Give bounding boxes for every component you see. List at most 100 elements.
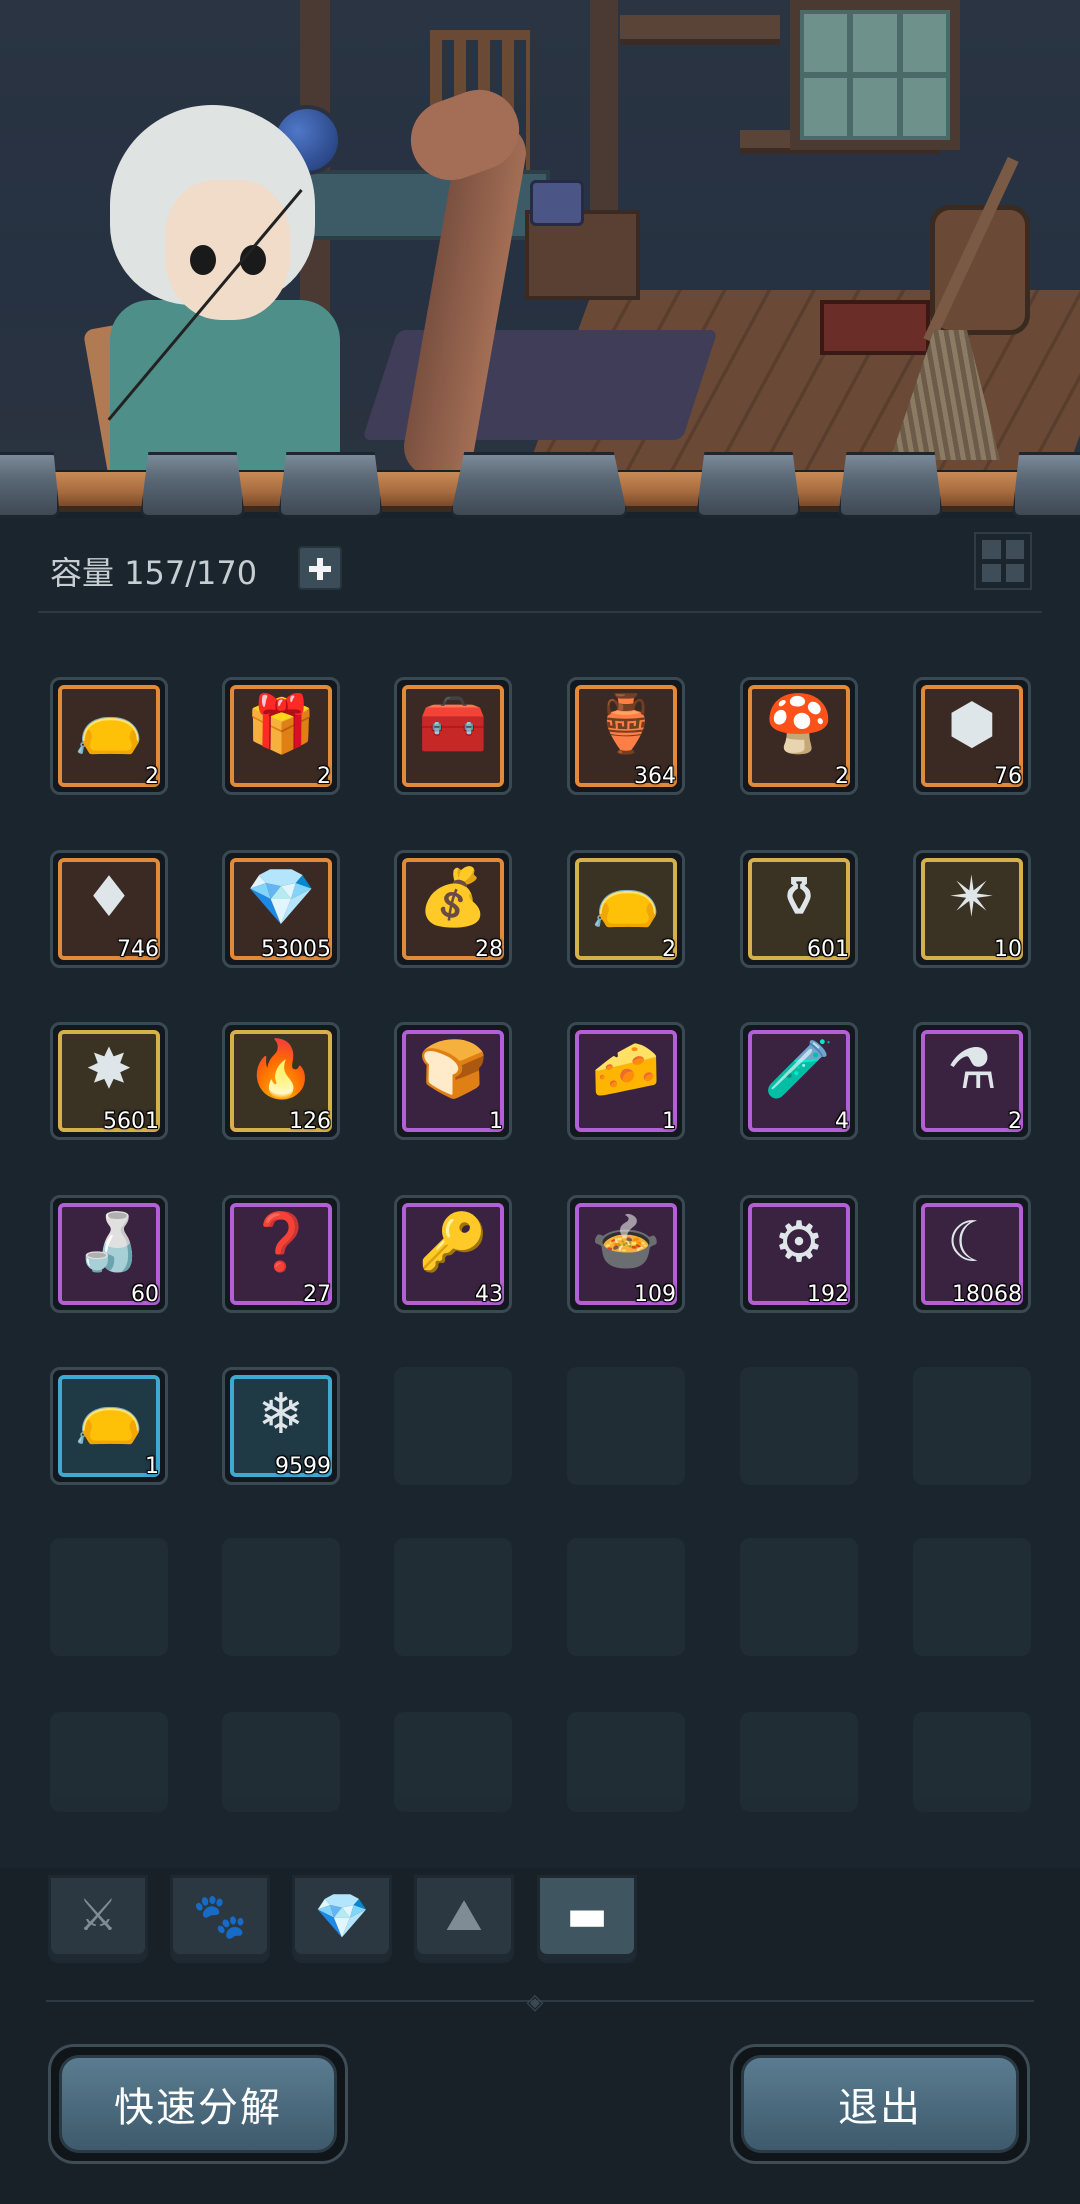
cauldron-icon: 🍲 <box>591 1210 661 1275</box>
item-quantity: 364 <box>634 764 676 789</box>
empty-slot[interactable] <box>567 1367 685 1485</box>
quick-decompose-button[interactable]: 快速分解 <box>48 2044 348 2164</box>
golden-key-icon: 🔑 <box>418 1210 488 1275</box>
blue-jar-icon: ⚱ <box>775 865 823 930</box>
tab-chests[interactable]: ▬ <box>537 1875 637 1963</box>
star-shard-icon: ✴ <box>948 865 996 930</box>
inventory-slot-treasure-bag[interactable]: 👝 2 <box>50 677 168 795</box>
round-potion-icon: ⚗ <box>946 1037 998 1102</box>
empty-slot[interactable] <box>740 1538 858 1656</box>
empty-slot[interactable] <box>740 1367 858 1485</box>
inventory-slot-mushroom[interactable]: 🍄 2 <box>740 677 858 795</box>
inventory-slot-bread[interactable]: 🍞 1 <box>394 1022 512 1140</box>
scroll-fade <box>0 1795 1080 1875</box>
empty-slot[interactable] <box>50 1538 168 1656</box>
item-quantity: 76 <box>994 764 1022 789</box>
item-quantity: 4 <box>835 1109 849 1134</box>
exit-button[interactable]: 退出 <box>730 2044 1030 2164</box>
inventory-slot-purple-crystal[interactable]: 💎 53005 <box>222 850 340 968</box>
item-quantity: 2 <box>1008 1109 1022 1134</box>
character-eye <box>190 245 216 275</box>
inventory-slot-blue-treasure-bag[interactable]: 👝 1 <box>50 1367 168 1485</box>
empty-slot[interactable] <box>222 1538 340 1656</box>
tab-gems[interactable]: 💎 <box>292 1875 392 1963</box>
sword-icon: ⚔ <box>78 1890 118 1941</box>
item-quantity: 192 <box>807 1282 849 1307</box>
capacity-text: 容量 157/170 <box>50 548 257 594</box>
tab-weapons[interactable]: ⚔ <box>48 1875 148 1963</box>
inventory-slot-blue-jar[interactable]: ⚱ 601 <box>740 850 858 968</box>
tab-pets[interactable]: 🐾 <box>170 1875 270 1963</box>
cheese-icon: 🧀 <box>591 1037 661 1102</box>
gem-icon: 💎 <box>314 1891 370 1942</box>
item-quantity: 53005 <box>261 937 331 962</box>
inventory-slot-cauldron[interactable]: 🍲 109 <box>567 1195 685 1313</box>
blue-ring-icon: ⚙ <box>773 1210 825 1275</box>
paw-potion-icon: 🧪 <box>764 1037 834 1102</box>
purple-claw-icon: ☾ <box>946 1210 998 1275</box>
empty-slot[interactable] <box>394 1367 512 1485</box>
paw-icon: 🐾 <box>192 1891 248 1942</box>
blue-treasure-bag-icon: 👝 <box>74 1382 144 1447</box>
quick-decompose-label: 快速分解 <box>114 2085 282 2131</box>
divider-ornament-icon: ◈ <box>526 1990 544 2015</box>
rail-block <box>140 452 245 518</box>
fire-crystal-icon: ✸ <box>85 1037 133 1102</box>
character-scene <box>0 0 1080 470</box>
inventory-slot-treasure-bag-gold[interactable]: 👝 2 <box>567 850 685 968</box>
rail-block <box>1012 452 1080 518</box>
elixir-bottle-icon: 🍶 <box>74 1210 144 1275</box>
inventory-slot-round-potion[interactable]: ⚗ 2 <box>913 1022 1031 1140</box>
item-quantity: 2 <box>662 937 676 962</box>
treasure-bag-gold-icon: 👝 <box>591 865 661 930</box>
inventory-slot-paw-potion[interactable]: 🧪 4 <box>740 1022 858 1140</box>
inventory-slot-mystery-chest[interactable]: ❓ 27 <box>222 1195 340 1313</box>
inventory-slot-flame-egg[interactable]: 🔥 126 <box>222 1022 340 1140</box>
item-quantity: 601 <box>807 937 849 962</box>
golden-vase-icon: 🏺 <box>591 692 661 757</box>
inventory-slot-mystery-gift-bag[interactable]: 🎁 2 <box>222 677 340 795</box>
capacity-label: 容量 <box>50 554 115 592</box>
exit-label: 退出 <box>838 2085 922 2131</box>
empty-slot[interactable] <box>913 1538 1031 1656</box>
inventory-slot-golden-key[interactable]: 🔑 43 <box>394 1195 512 1313</box>
item-quantity: 1 <box>662 1109 676 1134</box>
expand-capacity-button[interactable] <box>298 546 342 590</box>
inventory-slot-ice-crystal[interactable]: ❄ 9599 <box>222 1367 340 1485</box>
inventory-slot-golden-vase[interactable]: 🏺 364 <box>567 677 685 795</box>
inventory-slot-star-shard[interactable]: ✴ 10 <box>913 850 1031 968</box>
inventory-slot-blue-ring[interactable]: ⚙ 192 <box>740 1195 858 1313</box>
flame-egg-icon: 🔥 <box>246 1037 316 1102</box>
item-quantity: 2 <box>317 764 331 789</box>
inventory-slot-purple-rune-stone[interactable]: ⬢ 76 <box>913 677 1031 795</box>
bread-icon: 🍞 <box>418 1037 488 1102</box>
item-quantity: 2 <box>835 764 849 789</box>
item-quantity: 126 <box>289 1109 331 1134</box>
empty-slot[interactable] <box>394 1538 512 1656</box>
grid-view-icon[interactable] <box>974 532 1032 590</box>
tab-materials[interactable]: ⛰ <box>414 1875 514 1963</box>
inventory-slot-fire-crystal[interactable]: ✸ 5601 <box>50 1022 168 1140</box>
inventory-slot-teal-chest[interactable]: 🧰 <box>394 677 512 795</box>
item-quantity: 9599 <box>275 1454 331 1479</box>
divider <box>38 611 1042 613</box>
item-quantity: 43 <box>475 1282 503 1307</box>
inventory-slot-red-crystal[interactable]: ♦ 746 <box>50 850 168 968</box>
item-quantity: 1 <box>489 1109 503 1134</box>
mushroom-icon: 🍄 <box>764 692 834 757</box>
item-quantity: 109 <box>634 1282 676 1307</box>
inventory-slot-green-pouch[interactable]: 💰 28 <box>394 850 512 968</box>
inkwell <box>530 180 584 226</box>
empty-slot[interactable] <box>567 1538 685 1656</box>
ice-crystal-icon: ❄ <box>257 1382 305 1447</box>
inventory-slot-elixir-bottle[interactable]: 🍶 60 <box>50 1195 168 1313</box>
rail-block <box>278 452 383 518</box>
rail-block <box>838 452 943 518</box>
empty-slot[interactable] <box>913 1367 1031 1485</box>
inventory-slot-purple-claw[interactable]: ☾ 18068 <box>913 1195 1031 1313</box>
window <box>790 0 960 150</box>
mystery-chest-icon: ❓ <box>246 1210 316 1275</box>
item-quantity: 746 <box>117 937 159 962</box>
inventory-slot-cheese[interactable]: 🧀 1 <box>567 1022 685 1140</box>
capacity-value: 157/170 <box>124 554 258 592</box>
